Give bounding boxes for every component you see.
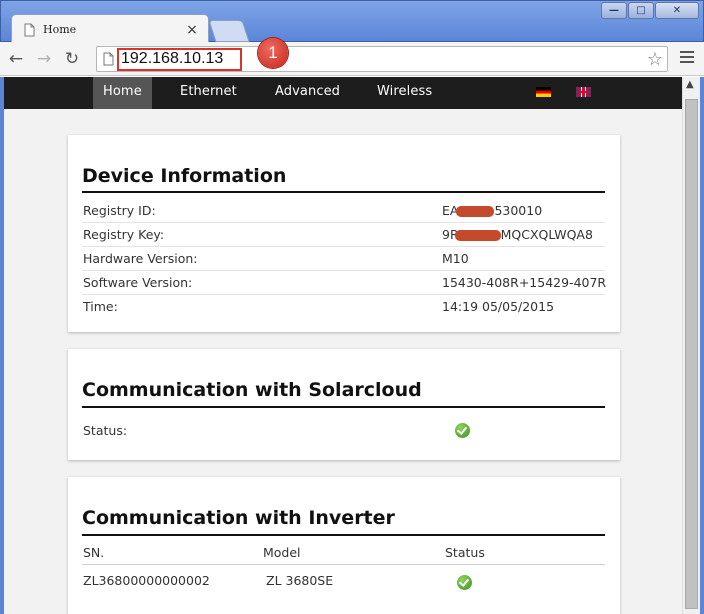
title-rule [82, 406, 605, 408]
address-bar[interactable]: 192.168.10.13 ☆ [96, 46, 668, 72]
tab-home[interactable]: Home × [11, 14, 209, 44]
maximize-button[interactable]: □ [628, 2, 654, 19]
info-label: Software Version: [83, 275, 193, 290]
window-controls: — □ ✕ [601, 2, 699, 19]
info-row-registry-key: Registry Key: 9R MQCXQLWQA8 [82, 223, 605, 247]
inverter-title: Communication with Inverter [82, 507, 395, 529]
browser-menu-icon[interactable] [680, 51, 694, 66]
info-value: 15430-408R+15429-407R [442, 275, 607, 290]
window-frame-right [700, 77, 704, 614]
page-icon [103, 52, 114, 66]
info-value: M10 [442, 251, 469, 266]
nav-ethernet[interactable]: Ethernet [180, 77, 237, 109]
scroll-up-arrow-icon[interactable]: ▲ [686, 79, 694, 90]
forward-arrow-icon[interactable]: → [32, 47, 56, 71]
info-value: 14:19 05/05/2015 [442, 299, 555, 314]
table-row: ZL36800000000002 ZL 3680SE [82, 569, 605, 593]
info-row-hardware-version: Hardware Version: M10 [82, 247, 605, 271]
uk-flag-icon[interactable] [576, 87, 591, 97]
solarcloud-title: Communication with Solarcloud [82, 379, 422, 401]
info-label: Registry Key: [83, 227, 165, 242]
redaction-mark [456, 206, 494, 217]
page-viewport: Home Ethernet Advanced Wireless Device I… [4, 77, 682, 614]
tab-title: Home [43, 23, 77, 36]
redaction-mark [455, 230, 501, 241]
callout-marker: 1 [258, 38, 288, 68]
device-info-title: Device Information [82, 165, 287, 187]
status-label: Status: [83, 423, 128, 438]
vertical-scrollbar[interactable]: ▲ [682, 77, 700, 614]
info-row-software-version: Software Version: 15430-408R+15429-407R [82, 271, 607, 295]
nav-advanced[interactable]: Advanced [275, 77, 340, 109]
reload-icon[interactable]: ↻ [60, 47, 84, 71]
new-tab-button[interactable] [208, 20, 250, 42]
site-nav: Home Ethernet Advanced Wireless [4, 77, 682, 109]
info-label: Time: [83, 299, 118, 314]
info-row-time: Time: 14:19 05/05/2015 [82, 295, 605, 319]
nav-wireless[interactable]: Wireless [377, 77, 432, 109]
back-arrow-icon[interactable]: ← [4, 47, 28, 71]
bookmark-star-icon[interactable]: ☆ [647, 49, 663, 70]
sn-cell: ZL36800000000002 [83, 573, 210, 588]
scroll-thumb[interactable] [685, 99, 698, 609]
solarcloud-card: Communication with Solarcloud Status: [68, 349, 620, 460]
de-flag-icon[interactable] [536, 87, 551, 97]
page-icon [24, 23, 35, 36]
column-header-model: Model [263, 545, 301, 560]
info-row-registry-id: Registry ID: EA 530010 [82, 199, 605, 223]
check-ok-icon [455, 423, 470, 438]
inverter-card: Communication with Inverter SN. Model St… [68, 477, 620, 614]
nav-home[interactable]: Home [93, 77, 152, 109]
minimize-button[interactable]: — [601, 2, 627, 19]
browser-toolbar: ← → ↻ 192.168.10.13 ☆ [0, 42, 704, 76]
close-window-button[interactable]: ✕ [655, 2, 699, 19]
model-cell: ZL 3680SE [266, 573, 334, 588]
device-info-card: Device Information Registry ID: EA 530010… [68, 135, 620, 332]
solarcloud-status-row: Status: [82, 419, 605, 443]
title-rule [82, 534, 605, 536]
inverter-table-header: SN. Model Status [82, 541, 605, 565]
url-text[interactable]: 192.168.10.13 [121, 50, 223, 68]
column-header-sn: SN. [83, 545, 105, 560]
info-label: Registry ID: [83, 203, 156, 218]
check-ok-icon [457, 575, 472, 590]
column-header-status: Status [445, 545, 485, 560]
tab-close-icon[interactable]: × [182, 22, 202, 38]
browser-titlebar: Home × — □ ✕ [0, 0, 704, 44]
title-rule [82, 191, 605, 193]
info-label: Hardware Version: [83, 251, 198, 266]
